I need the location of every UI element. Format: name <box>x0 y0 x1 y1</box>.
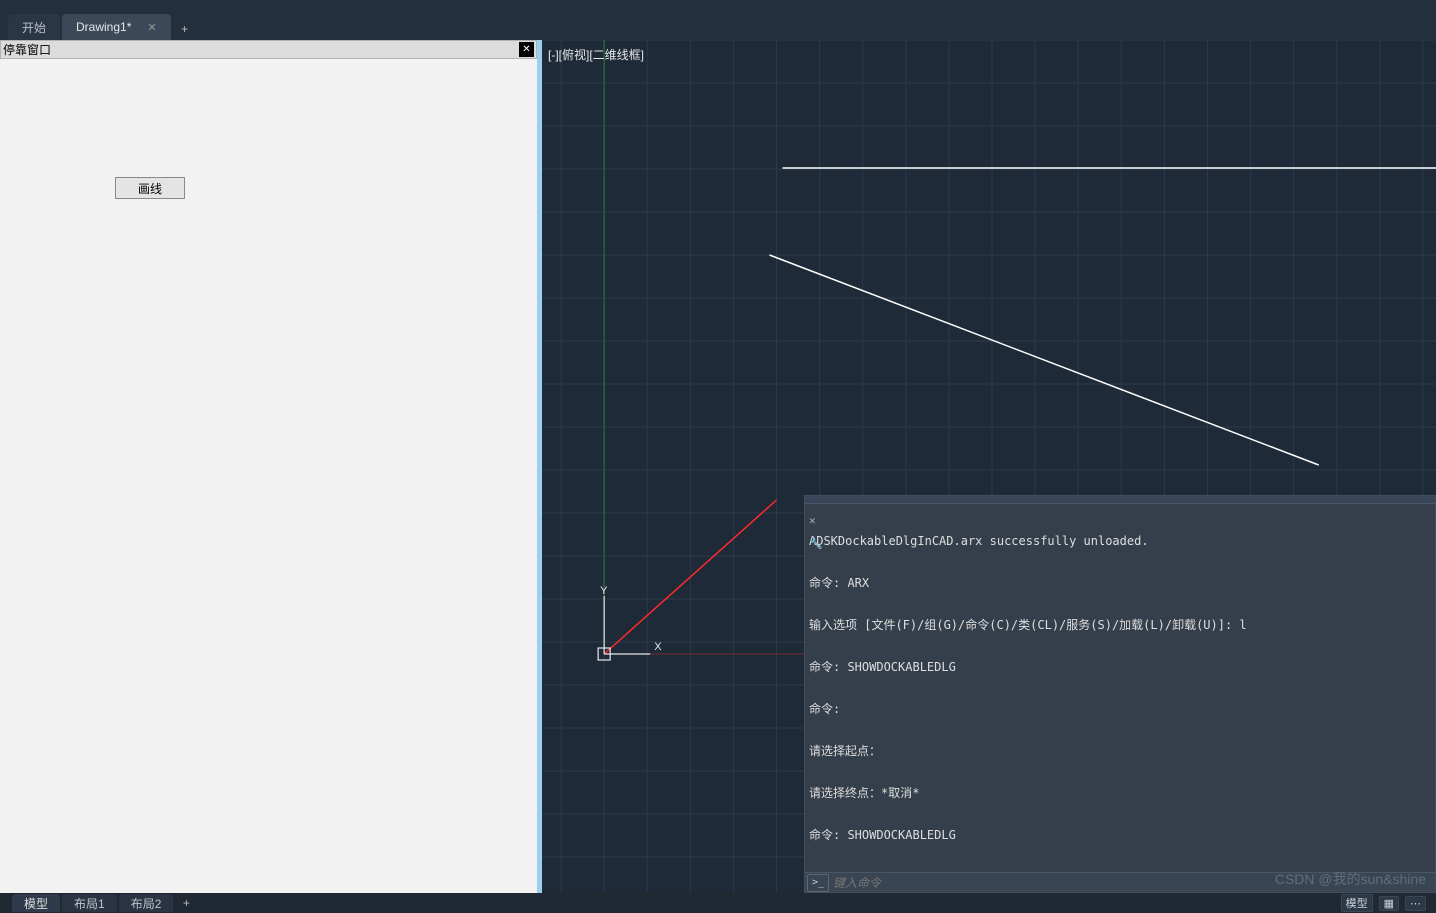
draw-line-button[interactable]: 画线 <box>115 177 185 199</box>
tab-layout2-label: 布局2 <box>131 895 162 912</box>
tab-drawing1[interactable]: Drawing1* ✕ <box>62 14 171 40</box>
status-bar-right: 模型 ▦ ⋯ <box>1341 893 1426 913</box>
main-area: 停靠窗口 ✕ 画线 [-][俯视][二维线框] <box>0 40 1436 893</box>
axis-x-label: X <box>654 641 662 653</box>
dock-titlebar[interactable]: 停靠窗口 ✕ <box>0 40 537 59</box>
close-icon[interactable]: ✕ <box>147 21 156 34</box>
plus-icon: + <box>183 896 190 910</box>
tab-start-label: 开始 <box>22 19 46 36</box>
log-line: ADSKDockableDlgInCAD.arx successfully un… <box>809 534 1431 548</box>
drawing-canvas[interactable]: [-][俯视][二维线框] <box>542 40 1436 893</box>
dock-close-button[interactable]: ✕ <box>519 42 534 57</box>
close-icon[interactable]: ✕ <box>809 514 823 527</box>
tab-start[interactable]: 开始 <box>8 14 60 40</box>
tab-layout1[interactable]: 布局1 <box>62 894 117 912</box>
tab-drawing1-label: Drawing1* <box>76 20 131 34</box>
tab-model-label: 模型 <box>24 895 48 912</box>
more-status-icon[interactable]: ⋯ <box>1405 896 1426 911</box>
axis-y-label: Y <box>600 585 608 597</box>
viewport-label[interactable]: [-][俯视][二维线框] <box>548 46 644 63</box>
log-line: 输入选项 [文件(F)/组(G)/命令(C)/类(CL)/服务(S)/加载(L)… <box>809 618 1431 632</box>
log-line: 命令: SHOWDOCKABLEDLG <box>809 828 1431 842</box>
log-line: 请选择终点：*取消* <box>809 786 1431 800</box>
status-model[interactable]: 模型 <box>1341 894 1373 912</box>
dock-body: 画线 <box>0 59 537 893</box>
command-panel-drag-handle[interactable] <box>805 496 1435 504</box>
wrench-icon[interactable]: 🔧 <box>809 537 823 550</box>
grid-toggle-icon[interactable]: ▦ <box>1379 896 1399 911</box>
command-panel: ✕ 🔧 ADSKDockableDlgInCAD.arx successfull… <box>804 495 1436 893</box>
add-tab-button[interactable]: + <box>173 18 197 40</box>
close-icon: ✕ <box>522 45 530 55</box>
tab-layout1-label: 布局1 <box>74 895 105 912</box>
dock-panel: 停靠窗口 ✕ 画线 <box>0 40 537 893</box>
drawing-tabs-bar: 开始 Drawing1* ✕ + <box>0 0 1436 40</box>
log-line: 命令: SHOWDOCKABLEDLG <box>809 660 1431 674</box>
command-input[interactable] <box>833 876 1435 890</box>
model-tabs-bar: 模型 布局1 布局2 + 模型 ▦ ⋯ <box>0 893 1436 913</box>
tab-layout2[interactable]: 布局2 <box>119 894 174 912</box>
log-line: 命令: ARX <box>809 576 1431 590</box>
plus-icon: + <box>181 22 188 36</box>
command-side-icons: ✕ 🔧 <box>809 514 823 550</box>
command-prompt-icon[interactable]: >_ <box>807 874 829 892</box>
dock-title: 停靠窗口 <box>3 41 519 58</box>
log-line: 命令: <box>809 702 1431 716</box>
log-line: 请选择起点： <box>809 744 1431 758</box>
command-input-row: >_ <box>805 872 1435 892</box>
command-log: ADSKDockableDlgInCAD.arx successfully un… <box>805 504 1435 872</box>
add-layout-button[interactable]: + <box>175 894 197 912</box>
tab-model[interactable]: 模型 <box>12 894 60 912</box>
